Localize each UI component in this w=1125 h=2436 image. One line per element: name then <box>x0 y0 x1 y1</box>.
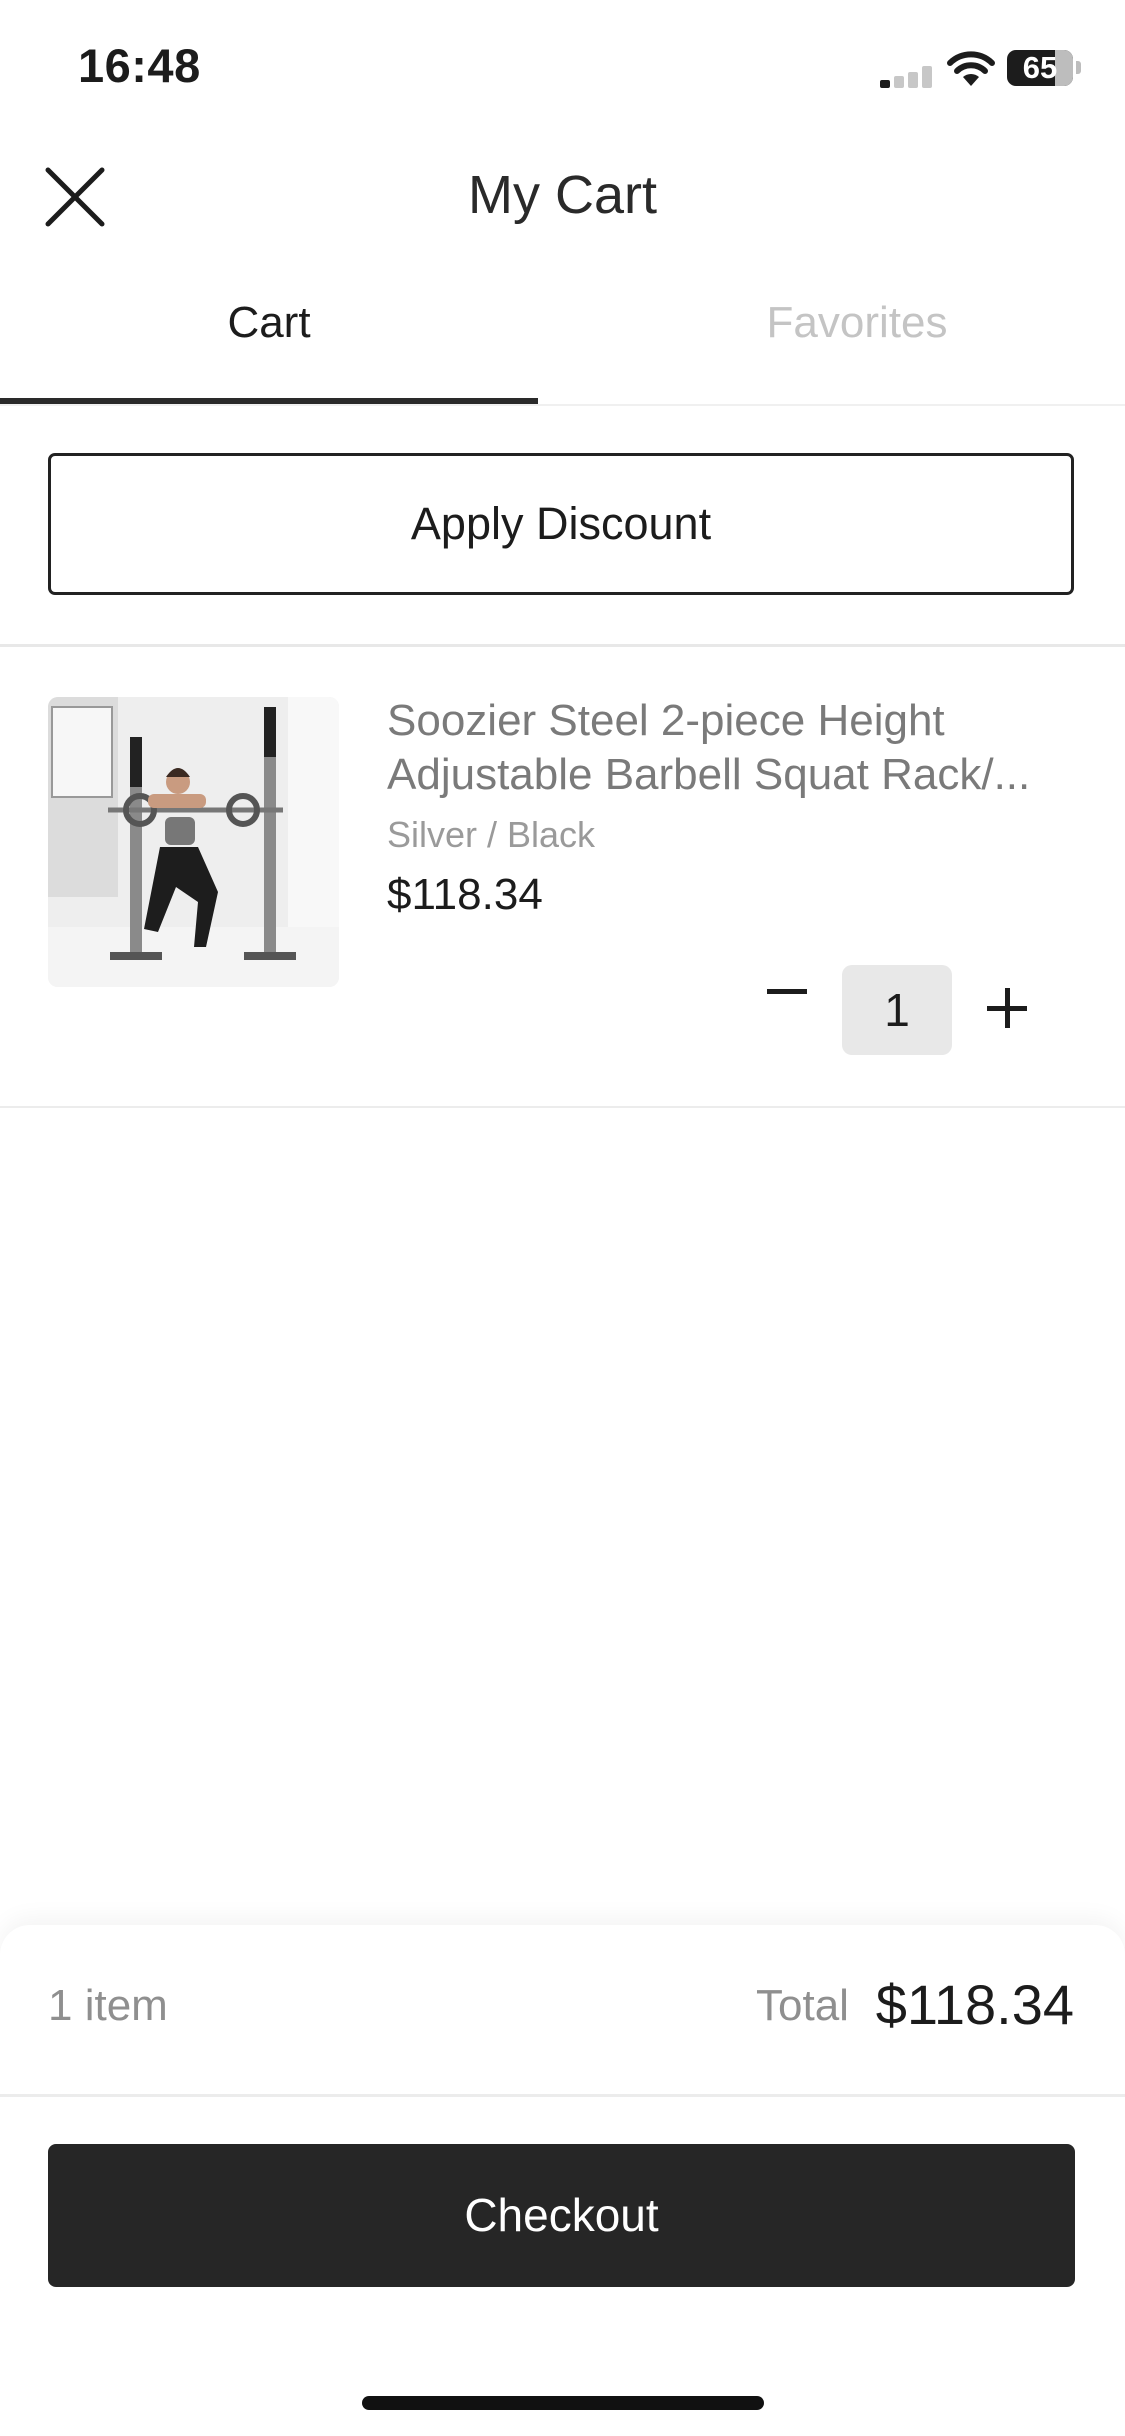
summary-divider <box>0 2094 1125 2097</box>
battery-cap <box>1076 61 1081 74</box>
decrease-quantity-button[interactable] <box>760 965 814 1019</box>
status-time: 16:48 <box>78 39 201 92</box>
apply-discount-button[interactable]: Apply Discount <box>48 453 1074 595</box>
tab-favorites[interactable]: Favorites <box>588 298 1125 348</box>
battery-icon: 65 <box>1007 50 1073 86</box>
battery-level: 65 <box>1022 50 1058 85</box>
item-divider <box>0 1106 1125 1108</box>
quantity-value: 1 <box>842 965 952 1055</box>
section-divider <box>0 644 1125 647</box>
total-value: $118.34 <box>875 1973 1074 2036</box>
product-variant: Silver / Black <box>387 814 596 855</box>
product-name[interactable]: Soozier Steel 2-piece Height Adjustable … <box>387 694 1077 802</box>
increase-quantity-button[interactable] <box>980 982 1034 1036</box>
wifi-icon <box>947 51 995 86</box>
tabs-divider <box>0 404 1125 406</box>
product-price: $118.34 <box>387 870 543 919</box>
page-title: My Cart <box>468 165 657 225</box>
item-count: 1 item <box>48 1981 168 2030</box>
home-indicator[interactable] <box>362 2396 764 2410</box>
product-image[interactable] <box>48 697 339 987</box>
cellular-signal-icon <box>880 66 936 88</box>
total-label: Total <box>756 1981 849 2030</box>
checkout-button[interactable]: Checkout <box>48 2144 1075 2287</box>
cart-screen: 16:48 65 My Cart Cart Favorites Apply Di… <box>0 0 1125 2436</box>
tab-cart[interactable]: Cart <box>0 298 538 348</box>
